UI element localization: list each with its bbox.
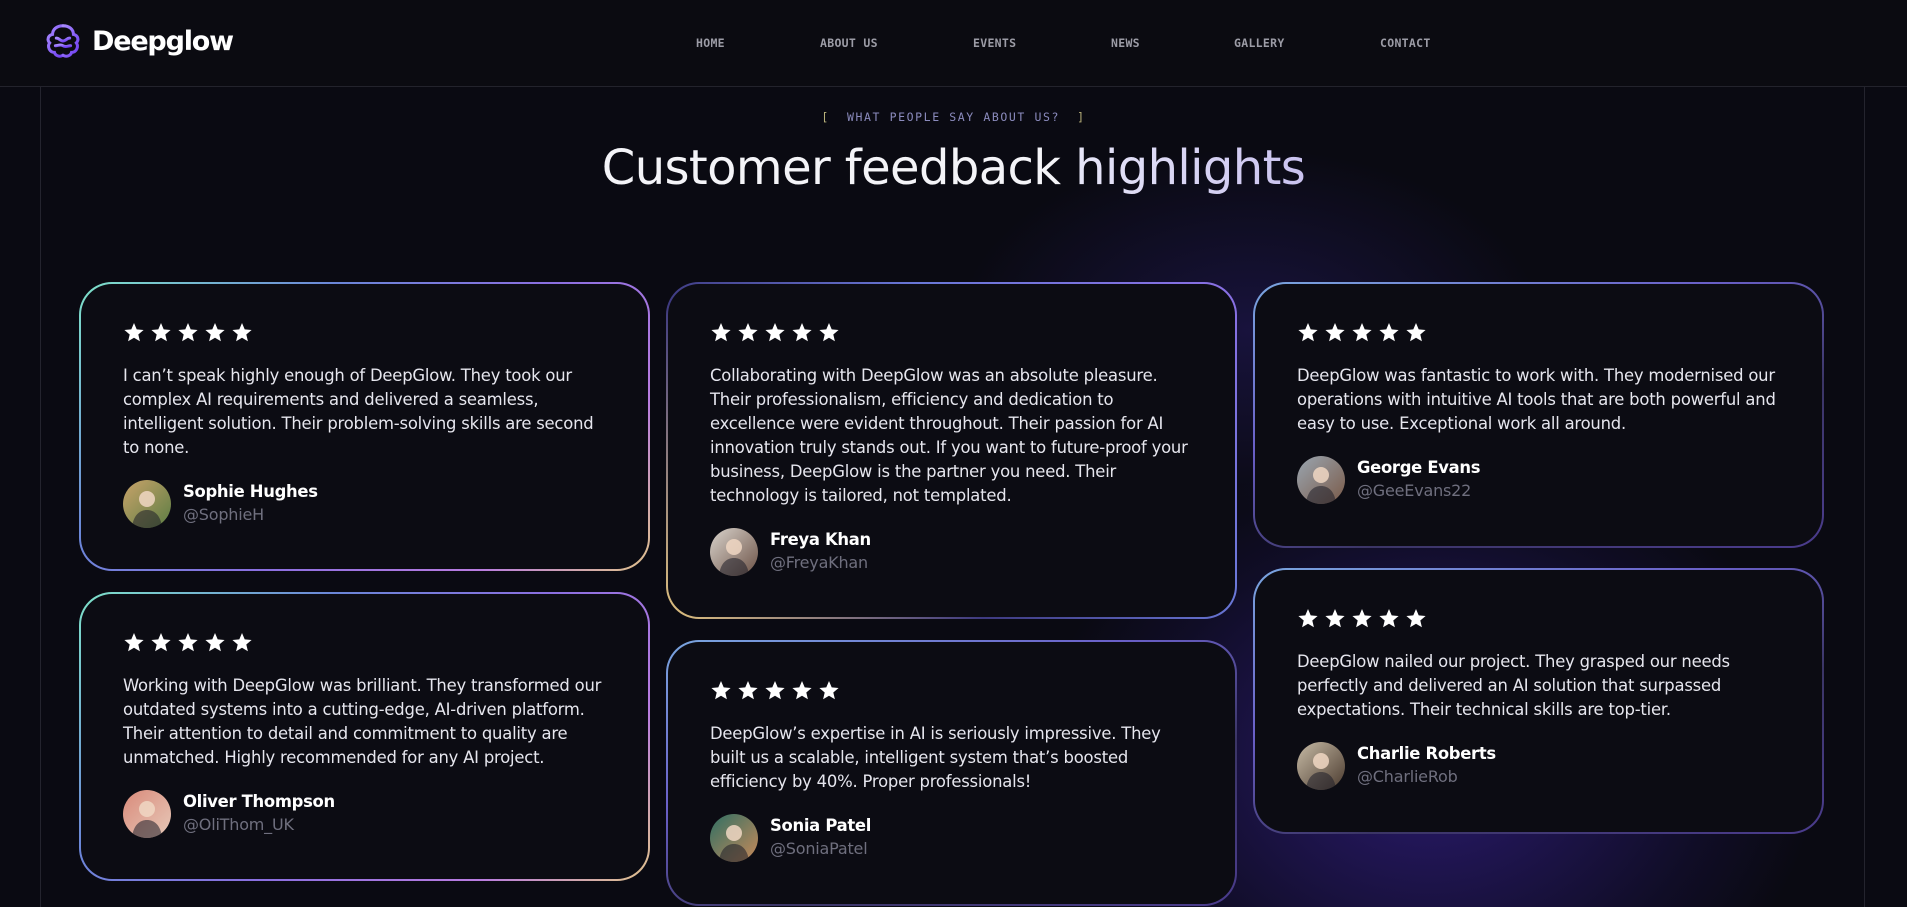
star-icon	[1352, 323, 1372, 342]
author-name: Charlie Roberts	[1357, 744, 1496, 763]
title-main: Customer feedback	[601, 140, 1061, 196]
star-icon	[792, 323, 812, 342]
rating-stars	[123, 632, 606, 654]
person-photo-icon	[710, 814, 758, 862]
nav-home[interactable]: HOME	[696, 36, 725, 50]
person-photo-icon	[1297, 456, 1345, 504]
rating-stars	[1297, 322, 1780, 344]
nav-events[interactable]: EVENTS	[973, 36, 1016, 50]
author-name: George Evans	[1357, 458, 1481, 477]
nav-news[interactable]: NEWS	[1111, 36, 1140, 50]
author-handle: @SoniaPatel	[770, 839, 868, 858]
eyebrow-text: WHAT PEOPLE SAY ABOUT US?	[846, 110, 1061, 124]
star-icon	[124, 633, 144, 652]
testimonial-author: George Evans @GeeEvans22	[1297, 456, 1780, 504]
author-name: Sonia Patel	[770, 816, 872, 835]
testimonial-author: Charlie Roberts @CharlieRob	[1297, 742, 1780, 790]
testimonial-quote: DeepGlow’s expertise in AI is seriously …	[710, 724, 1161, 791]
testimonial-card: DeepGlow was fantastic to work with. The…	[1253, 282, 1824, 548]
eyebrow-bracket-close: ]	[1077, 110, 1086, 124]
star-icon	[151, 323, 171, 342]
rating-stars	[710, 322, 1193, 344]
star-icon	[232, 323, 252, 342]
testimonial-card: I can’t speak highly enough of DeepGlow.…	[79, 282, 650, 571]
testimonial-card: Collaborating with DeepGlow was an absol…	[666, 282, 1237, 619]
star-icon	[1379, 609, 1399, 628]
testimonial-quote: Working with DeepGlow was brilliant. The…	[123, 676, 602, 767]
person-photo-icon	[1297, 742, 1345, 790]
nav-about-us[interactable]: ABOUT US	[820, 36, 878, 50]
star-icon	[178, 323, 198, 342]
site-header: Deepglow HOME ABOUT US EVENTS NEWS GALLE…	[0, 0, 1907, 87]
author-name: Oliver Thompson	[183, 792, 335, 811]
star-icon	[1379, 323, 1399, 342]
star-icon	[205, 633, 225, 652]
star-icon	[819, 323, 839, 342]
avatar	[1297, 456, 1345, 504]
rating-stars	[710, 680, 1193, 702]
testimonial-author: Freya Khan @FreyaKhan	[710, 528, 1193, 576]
star-icon	[1352, 609, 1372, 628]
testimonial-quote: DeepGlow was fantastic to work with. The…	[1297, 366, 1776, 433]
star-icon	[738, 323, 758, 342]
testimonial-quote: DeepGlow nailed our project. They graspe…	[1297, 652, 1730, 719]
frame-line-right	[1864, 87, 1865, 907]
author-handle: @GeeEvans22	[1357, 481, 1472, 500]
author-handle: @FreyaKhan	[770, 553, 868, 572]
author-handle: @SophieH	[183, 505, 264, 524]
testimonial-card: DeepGlow’s expertise in AI is seriously …	[666, 640, 1237, 906]
nav-gallery[interactable]: GALLERY	[1234, 36, 1285, 50]
avatar	[710, 528, 758, 576]
star-icon	[711, 681, 731, 700]
star-icon	[1406, 323, 1426, 342]
rating-stars	[1297, 608, 1780, 630]
testimonial-author: Sophie Hughes @SophieH	[123, 480, 606, 528]
author-name: Freya Khan	[770, 530, 871, 549]
star-icon	[178, 633, 198, 652]
avatar	[123, 480, 171, 528]
person-photo-icon	[123, 790, 171, 838]
star-icon	[765, 681, 785, 700]
star-icon	[232, 633, 252, 652]
star-icon	[1298, 323, 1318, 342]
star-icon	[205, 323, 225, 342]
author-name: Sophie Hughes	[183, 482, 318, 501]
star-icon	[819, 681, 839, 700]
section-eyebrow: [ WHAT PEOPLE SAY ABOUT US? ]	[0, 110, 1907, 124]
testimonial-quote: I can’t speak highly enough of DeepGlow.…	[123, 366, 594, 457]
star-icon	[711, 323, 731, 342]
star-icon	[1406, 609, 1426, 628]
testimonial-author: Sonia Patel @SoniaPatel	[710, 814, 1193, 862]
avatar	[123, 790, 171, 838]
title-highlight: highlights	[1075, 140, 1306, 196]
avatar	[710, 814, 758, 862]
testimonial-quote: Collaborating with DeepGlow was an absol…	[710, 366, 1188, 505]
frame-line-left	[40, 87, 41, 907]
person-photo-icon	[123, 480, 171, 528]
star-icon	[1325, 609, 1345, 628]
eyebrow-bracket-open: [	[821, 110, 830, 124]
testimonial-card: Working with DeepGlow was brilliant. The…	[79, 592, 650, 881]
main-nav: HOME ABOUT US EVENTS NEWS GALLERY CONTAC…	[0, 36, 1907, 56]
star-icon	[151, 633, 171, 652]
section-title: Customer feedback highlights	[0, 140, 1907, 196]
testimonial-card: DeepGlow nailed our project. They graspe…	[1253, 568, 1824, 834]
star-icon	[1325, 323, 1345, 342]
star-icon	[1298, 609, 1318, 628]
author-handle: @CharlieRob	[1357, 767, 1458, 786]
star-icon	[738, 681, 758, 700]
star-icon	[765, 323, 785, 342]
testimonial-author: Oliver Thompson @OliThom_UK	[123, 790, 606, 838]
nav-contact[interactable]: CONTACT	[1380, 36, 1431, 50]
rating-stars	[123, 322, 606, 344]
avatar	[1297, 742, 1345, 790]
person-photo-icon	[710, 528, 758, 576]
star-icon	[792, 681, 812, 700]
author-handle: @OliThom_UK	[183, 815, 294, 834]
star-icon	[124, 323, 144, 342]
